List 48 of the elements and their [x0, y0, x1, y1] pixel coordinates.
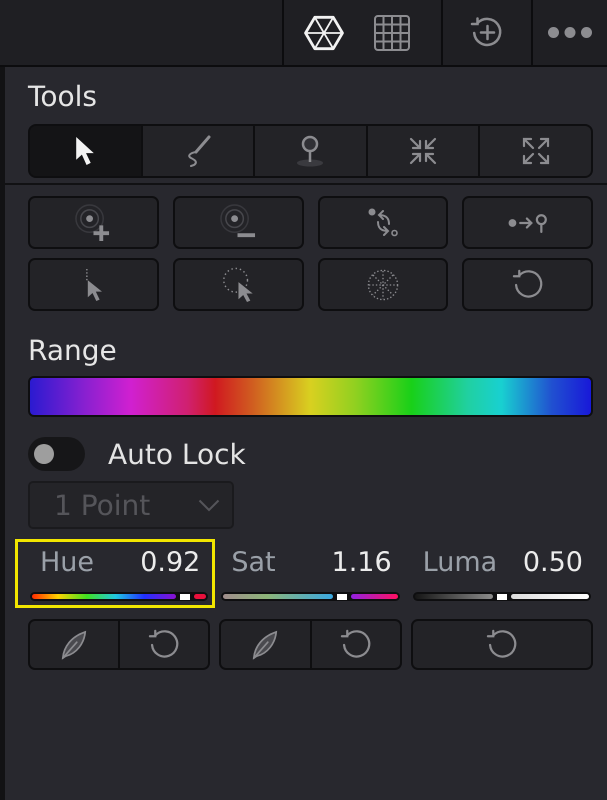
feather-icon: [60, 630, 88, 660]
circle-select-icon: [222, 266, 254, 302]
slider-thumb[interactable]: [496, 594, 507, 600]
slider-thumb[interactable]: [336, 594, 347, 600]
radial-grid-icon: [366, 268, 399, 300]
hexagon-icon: [304, 14, 344, 50]
param-value: 0.50: [522, 546, 583, 578]
auto-lock-toggle[interactable]: [28, 437, 85, 471]
section-title: Range: [28, 333, 117, 369]
expand-button[interactable]: [478, 126, 591, 176]
slider-thumb[interactable]: [180, 594, 190, 600]
reset-icon: [148, 629, 180, 660]
pin-tool-button[interactable]: [253, 126, 366, 176]
add-point-icon: [75, 204, 112, 242]
pointer-tool-button[interactable]: [30, 126, 141, 176]
reset-button[interactable]: [462, 258, 593, 311]
picker-button[interactable]: [219, 619, 312, 670]
param-value: 1.16: [332, 546, 392, 578]
swap-button[interactable]: [318, 196, 448, 249]
feather-icon: [251, 630, 280, 660]
reset-button[interactable]: [120, 619, 210, 670]
add-point-button[interactable]: [28, 196, 159, 249]
collapse-arrows-icon: [408, 136, 438, 166]
pin-icon: [296, 135, 324, 167]
reset-button[interactable]: [312, 619, 402, 670]
caret-icon: [198, 498, 220, 512]
move-to-pin-button[interactable]: [462, 196, 593, 249]
grid-icon: [374, 14, 410, 50]
param-value: 0.92: [140, 546, 200, 578]
reset-icon: [340, 629, 372, 660]
slider-track[interactable]: [221, 592, 400, 601]
picker-button[interactable]: [28, 619, 120, 670]
expand-arrows-icon: [520, 136, 551, 166]
param-label: Luma: [422, 546, 498, 578]
slider-track[interactable]: [30, 592, 208, 601]
param-label: Sat: [231, 546, 276, 578]
more-icon: [548, 27, 592, 38]
auto-lock-label: Auto Lock: [108, 438, 246, 470]
swap-arrows-icon: [366, 206, 399, 238]
reset-icon: [486, 629, 518, 660]
slider-track[interactable]: [412, 592, 591, 601]
line-select-icon: [83, 268, 104, 302]
section-title: Tools: [28, 79, 97, 115]
param-label: Hue: [40, 546, 94, 578]
circle-select-button[interactable]: [172, 258, 304, 311]
collapse-button[interactable]: [366, 126, 478, 176]
reset-icon: [512, 269, 544, 300]
dot-to-pin-icon: [508, 212, 548, 232]
